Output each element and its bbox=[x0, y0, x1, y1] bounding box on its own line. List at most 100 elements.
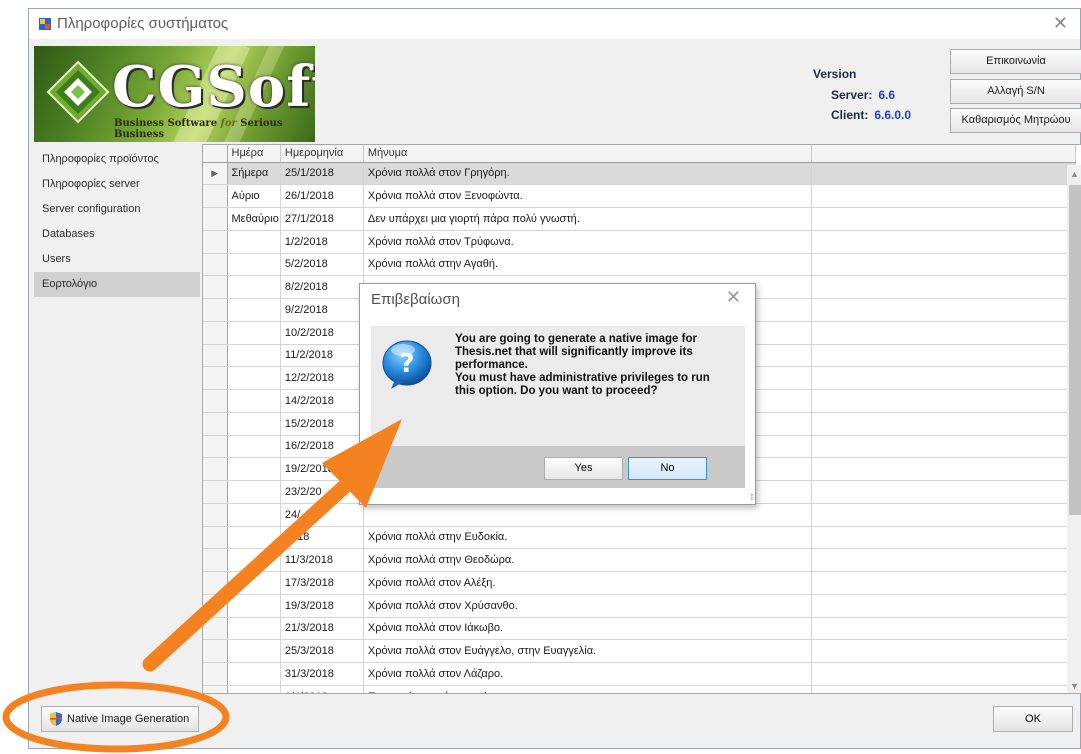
cell-day[interactable] bbox=[227, 298, 281, 322]
cell-day[interactable] bbox=[227, 571, 281, 595]
cell-day[interactable] bbox=[227, 457, 281, 481]
sidebar-item-server-configuration[interactable]: Server configuration bbox=[34, 197, 200, 222]
cell-message[interactable]: Χρόνια πολλά στον Λάζαρο. bbox=[363, 662, 812, 686]
cell-day[interactable]: Μεθαύριο bbox=[227, 207, 281, 231]
scroll-down-icon[interactable]: ▼ bbox=[1070, 681, 1079, 691]
cell-day[interactable] bbox=[227, 617, 281, 641]
table-row[interactable]: 1/2/2018 Χρόνια πολλά στον Τρύφωνα. bbox=[203, 230, 1076, 254]
sidebar-item-calendar[interactable]: Εορτολόγιο bbox=[34, 272, 200, 297]
row-header[interactable] bbox=[203, 480, 228, 504]
table-row[interactable]: Μεθαύριο 27/1/2018 Δεν υπάρχει μια γιορτή … bbox=[203, 207, 1076, 231]
no-button[interactable]: No bbox=[628, 457, 707, 480]
cell-message[interactable]: Χρόνια πολλά στον Ευάγγελο, στην Ευαγγελ… bbox=[363, 639, 812, 663]
contact-button[interactable]: Επικοινωνία bbox=[950, 49, 1081, 74]
cell-day[interactable] bbox=[227, 526, 281, 550]
cell-day[interactable]: Σήμερα bbox=[227, 162, 281, 186]
column-header-message[interactable]: Μήνυμα bbox=[363, 145, 812, 163]
cell-date[interactable]: 8/2/2018 bbox=[280, 275, 364, 299]
row-header[interactable] bbox=[203, 639, 228, 663]
table-row[interactable]: 17/3/2018 Χρόνια πολλά στον Αλέξη. bbox=[203, 571, 1076, 595]
cell-date[interactable]: 15/2/2018 bbox=[280, 412, 364, 436]
row-header[interactable] bbox=[203, 253, 228, 277]
cell-day[interactable]: Αύριο bbox=[227, 184, 281, 208]
sidebar-item-databases[interactable]: Databases bbox=[34, 222, 200, 247]
cell-date[interactable]: 1/4/2018 bbox=[280, 685, 364, 693]
cell-date[interactable]: 11/3/2018 bbox=[280, 548, 364, 572]
cell-day[interactable] bbox=[227, 435, 281, 459]
cell-message[interactable]: Χρόνια πολλά στον Ιάκωβο. bbox=[363, 617, 812, 641]
cell-date[interactable]: 19/3/2018 bbox=[280, 594, 364, 618]
cell-message[interactable]: Χρόνια πολλά στον Αλέξη. bbox=[363, 571, 812, 595]
cell-message[interactable]: Προσοχή στα ψέματα σήμερα. bbox=[363, 685, 812, 693]
cell-date[interactable]: 12/2/2018 bbox=[280, 366, 364, 390]
cell-day[interactable] bbox=[227, 548, 281, 572]
scrollbar-thumb[interactable] bbox=[1069, 185, 1081, 515]
row-header[interactable] bbox=[203, 298, 228, 322]
cell-date[interactable]: 9/2/2018 bbox=[280, 298, 364, 322]
yes-button[interactable]: Yes bbox=[544, 457, 623, 480]
cell-day[interactable] bbox=[227, 344, 281, 368]
cell-date[interactable]: 26/1/2018 bbox=[280, 184, 364, 208]
row-header[interactable] bbox=[203, 435, 228, 459]
row-header[interactable] bbox=[203, 275, 228, 299]
cell-day[interactable] bbox=[227, 639, 281, 663]
row-header[interactable] bbox=[203, 662, 228, 686]
cell-message[interactable]: Χρόνια πολλά στην Ευδοκία. bbox=[363, 526, 812, 550]
cell-day[interactable] bbox=[227, 685, 281, 693]
table-row[interactable]: 21/3/2018 Χρόνια πολλά στον Ιάκωβο. bbox=[203, 617, 1076, 641]
row-header[interactable] bbox=[203, 366, 228, 390]
scroll-up-icon[interactable]: ▲ bbox=[1070, 169, 1079, 179]
row-header[interactable] bbox=[203, 526, 228, 550]
cell-message[interactable]: Χρόνια πολλά στον Τρύφωνα. bbox=[363, 230, 812, 254]
cell-date[interactable]: 25/3/2018 bbox=[280, 639, 364, 663]
cell-date[interactable]: 5/2/2018 bbox=[280, 253, 364, 277]
change-serial-button[interactable]: Αλλαγή S/N bbox=[950, 79, 1081, 104]
row-header[interactable] bbox=[203, 503, 228, 527]
cell-date[interactable]: 16/2/2018 bbox=[280, 435, 364, 459]
column-header-day[interactable]: Ημέρα bbox=[227, 145, 281, 163]
sidebar-item-product-info[interactable]: Πληροφορίες προϊόντος bbox=[34, 147, 200, 172]
cell-date[interactable]: 25/1/2018 bbox=[280, 162, 364, 186]
cell-day[interactable] bbox=[227, 321, 281, 345]
cell-date[interactable]: 17/3/2018 bbox=[280, 571, 364, 595]
column-header-date[interactable]: Ημερομηνία bbox=[280, 145, 364, 163]
table-row[interactable]: 11/3/2018 Χρόνια πολλά στην Θεοδώρα. bbox=[203, 548, 1076, 572]
table-row[interactable]: 25/3/2018 Χρόνια πολλά στον Ευάγγελο, στη… bbox=[203, 639, 1076, 663]
row-header[interactable]: ▶ bbox=[203, 162, 228, 186]
row-header[interactable] bbox=[203, 207, 228, 231]
cell-date[interactable]: 2018 bbox=[280, 526, 364, 550]
row-header[interactable] bbox=[203, 571, 228, 595]
row-header[interactable] bbox=[203, 548, 228, 572]
clear-registry-button[interactable]: Καθαρισμός Μητρώου bbox=[950, 108, 1081, 133]
cell-day[interactable] bbox=[227, 389, 281, 413]
cell-date[interactable]: 31/3/2018 bbox=[280, 662, 364, 686]
cell-day[interactable] bbox=[227, 230, 281, 254]
cell-date[interactable]: 21/3/2018 bbox=[280, 617, 364, 641]
cell-message[interactable]: Χρόνια πολλά στον Γρηγόρη. bbox=[363, 162, 812, 186]
table-row[interactable]: 5/2/2018 Χρόνια πολλά στην Αγαθή. bbox=[203, 253, 1076, 277]
row-header[interactable] bbox=[203, 230, 228, 254]
cell-message[interactable]: Χρόνια πολλά στην Θεοδώρα. bbox=[363, 548, 812, 572]
row-header[interactable] bbox=[203, 457, 228, 481]
table-row[interactable]: 24/ bbox=[203, 503, 1076, 527]
native-image-generation-button[interactable]: Native Image Generation bbox=[41, 706, 199, 732]
row-header[interactable] bbox=[203, 321, 228, 345]
cell-message[interactable]: Δεν υπάρχει μια γιορτή πάρα πολύ γνωστή. bbox=[363, 207, 812, 231]
sidebar-item-server-info[interactable]: Πληροφορίες server bbox=[34, 172, 200, 197]
cell-message[interactable]: Χρόνια πολλά στην Αγαθή. bbox=[363, 253, 812, 277]
cell-day[interactable] bbox=[227, 275, 281, 299]
table-row[interactable]: 2018 Χρόνια πολλά στην Ευδοκία. bbox=[203, 526, 1076, 550]
cell-day[interactable] bbox=[227, 662, 281, 686]
cell-day[interactable] bbox=[227, 253, 281, 277]
cell-message[interactable]: Χρόνια πολλά στον Χρύσανθο. bbox=[363, 594, 812, 618]
table-row[interactable]: ▶ Σήμερα 25/1/2018 Χρόνια πολλά στον Γρηγόρ… bbox=[203, 162, 1076, 186]
row-header[interactable] bbox=[203, 344, 228, 368]
ok-button[interactable]: OK bbox=[993, 706, 1073, 732]
row-header[interactable] bbox=[203, 412, 228, 436]
table-row[interactable]: Αύριο 26/1/2018 Χρόνια πολλά στον Ξενοφώντ… bbox=[203, 184, 1076, 208]
row-header[interactable] bbox=[203, 184, 228, 208]
cell-day[interactable] bbox=[227, 480, 281, 504]
cell-date[interactable]: 27/1/2018 bbox=[280, 207, 364, 231]
grid-scrollbar[interactable]: ▲ ▼ bbox=[1067, 165, 1081, 693]
cell-message[interactable]: Χρόνια πολλά στον Ξενοφώντα. bbox=[363, 184, 812, 208]
